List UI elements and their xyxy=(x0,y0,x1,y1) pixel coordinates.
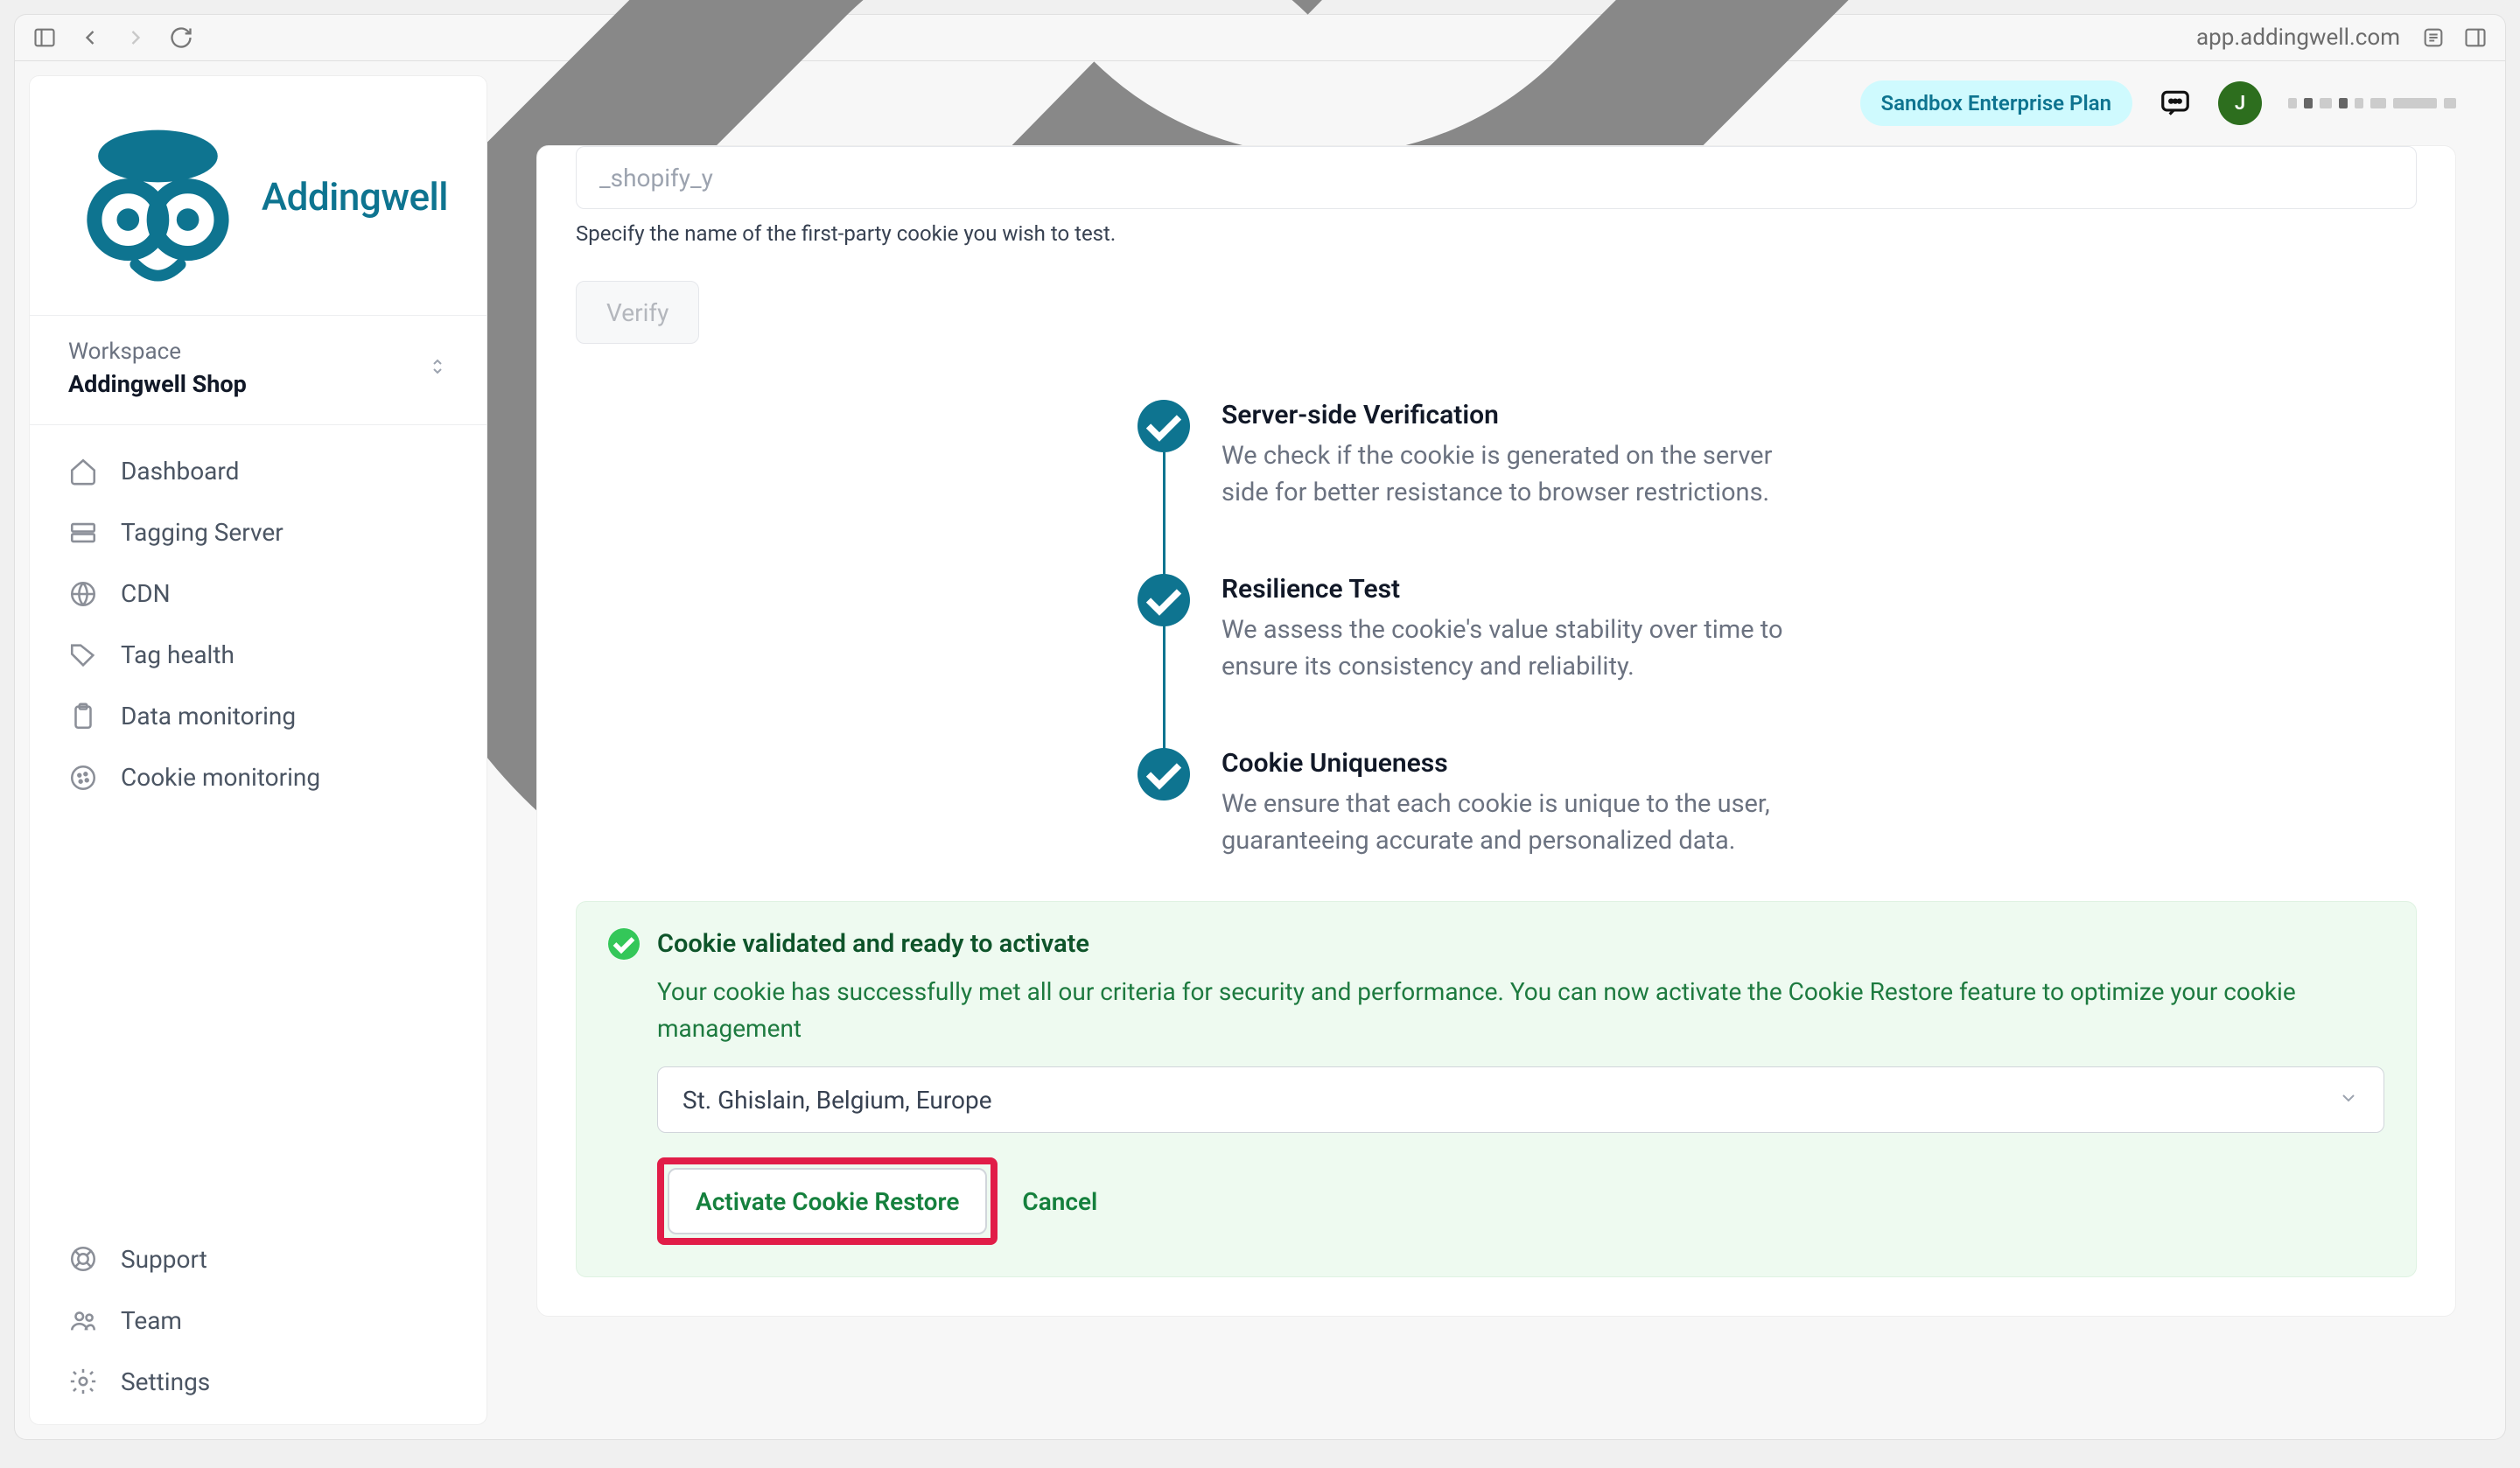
plan-badge[interactable]: Sandbox Enterprise Plan xyxy=(1860,80,2132,126)
brand-name: Addingwell xyxy=(262,174,448,220)
reload-icon[interactable] xyxy=(169,25,193,50)
team-icon xyxy=(68,1305,98,1335)
sidebar-item-cookie-monitoring[interactable]: Cookie monitoring xyxy=(30,747,486,808)
user-name-redacted xyxy=(2288,98,2456,108)
sidebar-item-team[interactable]: Team xyxy=(30,1290,486,1351)
check-icon xyxy=(1138,748,1190,800)
sidebar: Addingwell Workspace Addingwell Shop Das… xyxy=(29,75,487,1425)
nav-label: Tagging Server xyxy=(121,518,284,547)
success-check-icon xyxy=(608,928,640,960)
workspace-name: Addingwell Shop xyxy=(68,370,247,398)
content-scroll[interactable]: _shopify_y Specify the name of the first… xyxy=(487,145,2505,1439)
success-panel: Cookie validated and ready to activate Y… xyxy=(576,901,2417,1277)
nav-bottom: Support Team Settings xyxy=(30,1228,486,1424)
globe-icon xyxy=(68,579,98,609)
tutorial-highlight: Activate Cookie Restore xyxy=(657,1157,998,1245)
nav-label: Tag health xyxy=(121,640,234,669)
nav-label: CDN xyxy=(121,579,171,608)
step-desc: We check if the cookie is generated on t… xyxy=(1222,437,1816,511)
step-uniqueness: Cookie Uniqueness We ensure that each co… xyxy=(1138,748,1855,859)
cookie-name-placeholder: _shopify_y xyxy=(599,164,713,192)
nav-label: Team xyxy=(121,1306,182,1335)
cookie-icon xyxy=(68,763,98,793)
region-select[interactable]: St. Ghislain, Belgium, Europe xyxy=(657,1066,2384,1133)
sidebar-item-support[interactable]: Support xyxy=(30,1228,486,1290)
success-body: Your cookie has successfully met all our… xyxy=(657,974,2384,1047)
sidebar-toggle-icon[interactable] xyxy=(32,25,57,50)
home-icon xyxy=(68,457,98,486)
sidebar-item-settings[interactable]: Settings xyxy=(30,1351,486,1412)
check-icon xyxy=(1138,400,1190,452)
browser-toolbar: app.addingwell.com xyxy=(14,14,2506,61)
nav-main: Dashboard Tagging Server CDN Tag health … xyxy=(30,425,486,1228)
region-value: St. Ghislain, Belgium, Europe xyxy=(682,1086,992,1115)
main-area: Sandbox Enterprise Plan J _shopify_y xyxy=(487,61,2505,1439)
verification-steps: Server-side Verification We check if the… xyxy=(1138,400,1855,859)
step-title: Cookie Uniqueness xyxy=(1222,748,1816,779)
step-server-side: Server-side Verification We check if the… xyxy=(1138,400,1855,574)
forward-icon xyxy=(123,25,148,50)
gear-icon xyxy=(68,1367,98,1396)
cookie-card: _shopify_y Specify the name of the first… xyxy=(536,145,2456,1317)
step-title: Server-side Verification xyxy=(1222,400,1816,430)
tabs-icon[interactable] xyxy=(2463,25,2488,50)
sidebar-item-dashboard[interactable]: Dashboard xyxy=(30,441,486,502)
back-icon[interactable] xyxy=(78,25,102,50)
cookie-name-input[interactable]: _shopify_y xyxy=(576,146,2417,209)
reader-icon[interactable] xyxy=(2421,25,2446,50)
cancel-button[interactable]: Cancel xyxy=(1022,1187,1097,1216)
nav-label: Dashboard xyxy=(121,457,239,486)
nav-label: Settings xyxy=(121,1367,210,1396)
sidebar-item-tagging-server[interactable]: Tagging Server xyxy=(30,502,486,563)
chat-icon[interactable] xyxy=(2159,87,2192,120)
step-resilience: Resilience Test We assess the cookie's v… xyxy=(1138,574,1855,748)
server-icon xyxy=(68,518,98,548)
success-title: Cookie validated and ready to activate xyxy=(657,929,1089,959)
topbar: Sandbox Enterprise Plan J xyxy=(487,61,2505,145)
verify-button[interactable]: Verify xyxy=(576,281,699,344)
url-text: app.addingwell.com xyxy=(2196,24,2400,51)
nav-label: Support xyxy=(121,1245,207,1274)
sidebar-item-cdn[interactable]: CDN xyxy=(30,563,486,625)
activate-button[interactable]: Activate Cookie Restore xyxy=(668,1168,987,1234)
chevron-down-icon xyxy=(2338,1086,2359,1115)
chevron-up-down-icon xyxy=(427,354,448,382)
nav-label: Cookie monitoring xyxy=(121,763,320,792)
check-icon xyxy=(1138,574,1190,626)
step-title: Resilience Test xyxy=(1222,574,1816,605)
sidebar-item-data-monitoring[interactable]: Data monitoring xyxy=(30,686,486,747)
brand-logo[interactable]: Addingwell xyxy=(30,76,486,316)
addingwell-logo-icon xyxy=(68,108,248,287)
helper-text: Specify the name of the first-party cook… xyxy=(576,221,2417,246)
step-desc: We ensure that each cookie is unique to … xyxy=(1222,786,1816,859)
nav-label: Data monitoring xyxy=(121,702,296,731)
sidebar-item-tag-health[interactable]: Tag health xyxy=(30,625,486,686)
workspace-switcher[interactable]: Workspace Addingwell Shop xyxy=(30,316,486,425)
lifebuoy-icon xyxy=(68,1244,98,1274)
workspace-label: Workspace xyxy=(68,339,247,365)
tag-icon xyxy=(68,640,98,670)
avatar[interactable]: J xyxy=(2218,81,2262,125)
step-desc: We assess the cookie's value stability o… xyxy=(1222,612,1816,685)
clipboard-icon xyxy=(68,702,98,731)
